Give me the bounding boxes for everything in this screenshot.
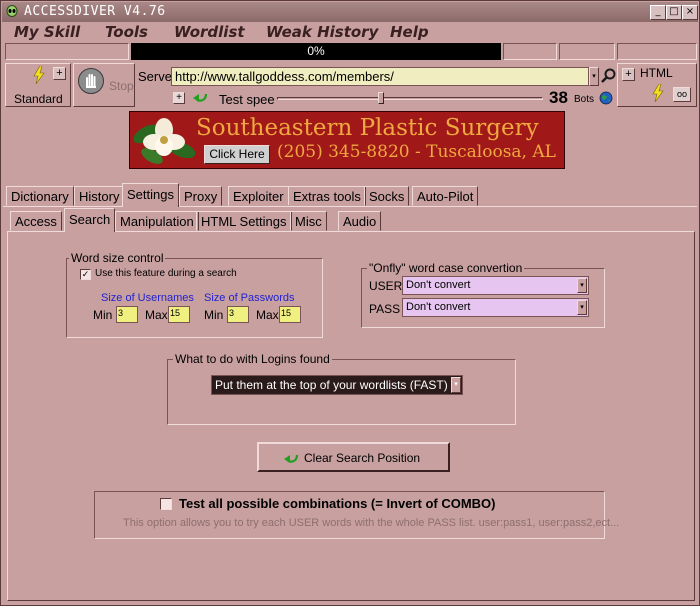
- passwords-size-label: Size of Passwords: [204, 292, 295, 304]
- usernames-size-label: Size of Usernames: [101, 292, 194, 304]
- html-plus-button[interactable]: +: [622, 68, 635, 81]
- slider-track: [277, 97, 543, 100]
- subtab-audio[interactable]: Audio: [338, 211, 382, 231]
- use-feature-checkbox[interactable]: ✓: [80, 269, 91, 280]
- tab-settings[interactable]: Settings: [122, 183, 179, 207]
- progress-text: 0%: [307, 44, 325, 58]
- menu-tools[interactable]: Tools: [105, 23, 148, 41]
- mode-label[interactable]: Standard: [14, 92, 63, 106]
- combinations-description: This option allows you to try each USER …: [123, 517, 620, 529]
- logins-title: What to do with Logins found: [173, 352, 332, 366]
- tab-history[interactable]: History: [74, 186, 125, 206]
- tab-auto-pilot[interactable]: Auto-Pilot: [412, 186, 479, 206]
- user-min-label: Min: [93, 308, 113, 322]
- glasses-icon[interactable]: oo: [673, 87, 691, 102]
- lightning-icon: [33, 66, 45, 84]
- pass-case-value: Don't convert: [406, 301, 471, 313]
- back-arrow-icon: [284, 454, 299, 463]
- alien-app-icon: [6, 5, 18, 17]
- app-window: ACCESSDIVER V4.76 _ □ × My Skill Tools W…: [0, 0, 700, 606]
- pass-min-label: Min: [204, 308, 224, 322]
- stop-button[interactable]: Stop: [73, 63, 135, 107]
- chevron-down-icon[interactable]: ▾: [451, 377, 461, 393]
- menu-wordlist[interactable]: Wordlist: [174, 23, 245, 41]
- clear-search-position-button[interactable]: Clear Search Position: [257, 442, 450, 472]
- subtab-misc[interactable]: Misc: [290, 211, 327, 231]
- chevron-down-icon[interactable]: ▾: [577, 300, 587, 315]
- slider-thumb[interactable]: [378, 92, 384, 104]
- lightning-icon[interactable]: [651, 84, 665, 102]
- subtab-html-settings[interactable]: HTML Settings: [196, 211, 292, 231]
- tab-socks[interactable]: Socks: [364, 186, 410, 206]
- user-case-select[interactable]: Don't convert ▾: [402, 276, 589, 295]
- speed-unit: Bots: [574, 94, 595, 105]
- window-title: ACCESSDIVER V4.76: [24, 4, 166, 19]
- use-feature-label: Use this feature during a search: [95, 268, 237, 279]
- user-min-input[interactable]: 3: [116, 306, 138, 323]
- progress-bar: 0%: [131, 43, 501, 60]
- html-panel: + HTML oo: [617, 63, 697, 107]
- banner-title: Southeastern Plastic Surgery: [196, 115, 539, 141]
- menu-bar: My Skill Tools Wordlist Weak History Hel…: [2, 22, 698, 42]
- add-icon[interactable]: +: [173, 92, 185, 104]
- tab-exploiter[interactable]: Exploiter: [228, 186, 289, 206]
- speed-label: Test speed: [219, 92, 282, 107]
- tab-proxy[interactable]: Proxy: [179, 186, 223, 206]
- logins-value: Put them at the top of your wordlists (F…: [215, 378, 448, 392]
- user-case-value: Don't convert: [406, 279, 471, 291]
- mode-panel: + Standard: [5, 63, 71, 107]
- search-icon[interactable]: [601, 68, 617, 84]
- status-cell-2: [559, 43, 615, 60]
- speed-slider[interactable]: [275, 90, 545, 106]
- user-case-label: USER: [369, 279, 403, 293]
- subtab-manipulation[interactable]: Manipulation: [115, 211, 199, 231]
- minimize-button[interactable]: _: [650, 5, 666, 20]
- user-max-label: Max: [145, 308, 168, 322]
- menu-weak-history[interactable]: Weak History: [266, 23, 378, 41]
- title-bar[interactable]: ACCESSDIVER V4.76 _ □ ×: [2, 2, 698, 22]
- pass-max-input[interactable]: 15: [279, 306, 301, 323]
- status-left-cell: [5, 43, 129, 60]
- combinations-label: Test all possible combinations (= Invert…: [179, 496, 496, 511]
- hand-stop-icon: [78, 68, 104, 94]
- banner-phone: (205) 345-8820 - Tuscaloosa, AL: [277, 142, 556, 162]
- url-dropdown-button[interactable]: ▾: [589, 67, 599, 86]
- subtab-access[interactable]: Access: [10, 211, 62, 231]
- tab-divider: [3, 206, 697, 207]
- status-cell-1: [503, 43, 557, 60]
- tab-dictionary[interactable]: Dictionary: [6, 186, 74, 206]
- menu-my-skill[interactable]: My Skill: [14, 23, 80, 41]
- status-cell-3: [617, 43, 697, 60]
- close-button[interactable]: ×: [682, 5, 698, 20]
- url-input[interactable]: http://www.tallgoddess.com/members/: [171, 67, 589, 86]
- case-convert-title: "Onfly" word case convertion: [367, 261, 525, 275]
- back-arrow-icon[interactable]: [193, 90, 209, 105]
- pass-max-label: Max: [256, 308, 279, 322]
- clear-search-label: Clear Search Position: [304, 451, 421, 465]
- speed-value: 38: [549, 88, 568, 107]
- html-label: HTML: [640, 66, 673, 80]
- magnolia-flower-icon: [133, 118, 196, 164]
- word-size-title: Word size control: [69, 251, 166, 265]
- banner-click-here-button[interactable]: Click Here: [204, 145, 270, 164]
- globe-icon: [599, 91, 613, 105]
- tab-extras-tools[interactable]: Extras tools: [288, 186, 366, 206]
- user-max-input[interactable]: 15: [168, 306, 190, 323]
- pass-min-input[interactable]: 3: [227, 306, 249, 323]
- maximize-button[interactable]: □: [666, 5, 682, 20]
- chevron-down-icon[interactable]: ▾: [577, 278, 587, 293]
- pass-case-select[interactable]: Don't convert ▾: [402, 298, 589, 317]
- mode-plus-button[interactable]: +: [53, 67, 66, 80]
- pass-case-label: PASS: [369, 302, 401, 316]
- subtab-search[interactable]: Search: [64, 208, 116, 232]
- ad-banner[interactable]: Southeastern Plastic Surgery Click Here …: [129, 111, 565, 169]
- stop-label: Stop: [109, 79, 134, 93]
- combinations-checkbox[interactable]: [160, 498, 172, 510]
- menu-help[interactable]: Help: [390, 23, 429, 41]
- logins-select[interactable]: Put them at the top of your wordlists (F…: [211, 375, 463, 395]
